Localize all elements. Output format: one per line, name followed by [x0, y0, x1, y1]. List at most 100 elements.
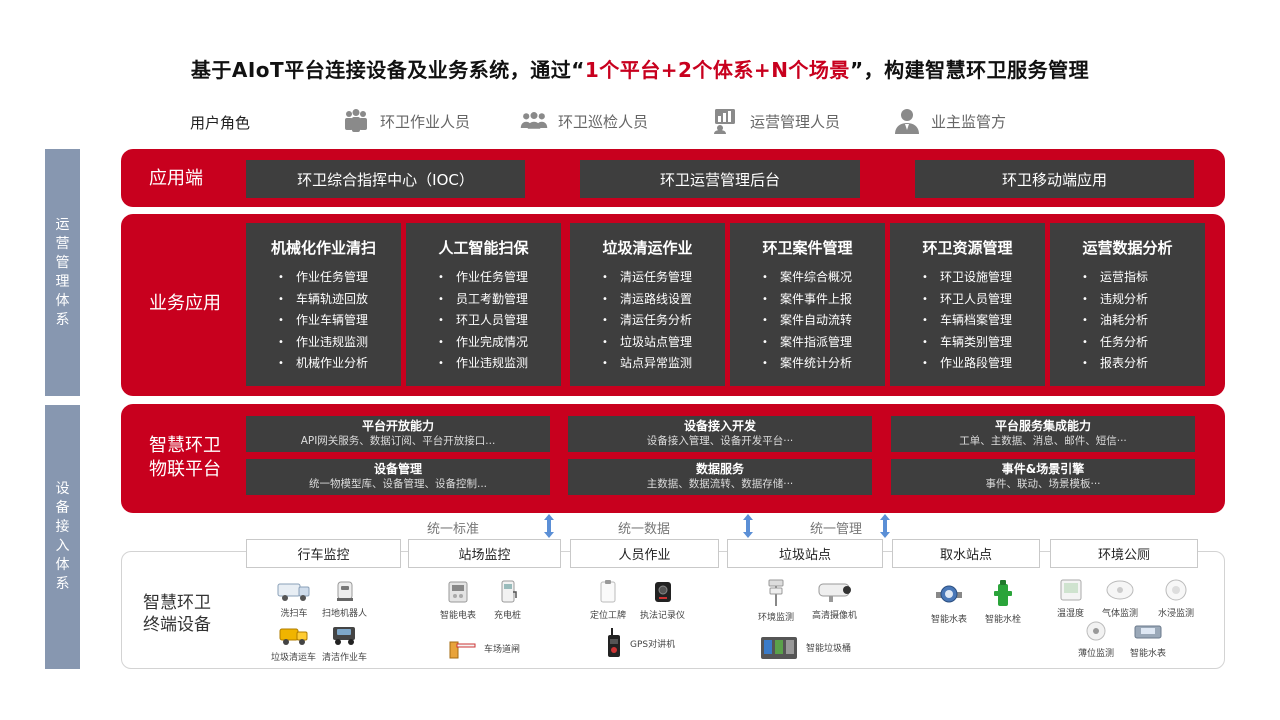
role-label: 环卫作业人员 — [380, 112, 471, 131]
bidirectional-arrow-icon — [543, 514, 555, 538]
bidirectional-arrow-icon — [879, 514, 891, 538]
biz-list-item: 作业车辆管理 — [278, 310, 401, 332]
biz-list-item: 机械作业分析 — [278, 353, 401, 375]
biz-list-item: 案件指派管理 — [762, 332, 885, 354]
category-public-toilet: 环境公厕 — [1050, 539, 1198, 568]
device-flood: 水浸监测 — [1158, 578, 1194, 619]
biz-list-item: 清运任务管理 — [602, 267, 725, 289]
unify-management: 统一管理 — [810, 522, 863, 537]
thermo-hygrometer-icon — [1060, 579, 1081, 601]
biz-column: 环卫案件管理案件综合概况案件事件上报案件自动流转案件指派管理案件统计分析 — [730, 223, 885, 386]
device-barrier: 车场道闸 — [448, 636, 520, 660]
inspectors-icon — [520, 112, 548, 129]
biz-list-item: 员工考勤管理 — [438, 289, 561, 311]
biz-list-item: 作业违规监测 — [278, 332, 401, 354]
unify-standard: 统一标准 — [427, 522, 480, 537]
title-highlight: 1个平台+2个体系+N个场景 — [584, 58, 850, 82]
category-personnel: 人员作业 — [570, 539, 719, 568]
biz-list-item: 作业完成情况 — [438, 332, 561, 354]
charging-pile-icon — [501, 580, 517, 603]
iot-box-desc: 设备接入管理、设备开发平台··· — [646, 435, 794, 447]
biz-column-title: 垃圾清运作业 — [602, 239, 693, 257]
biz-list-item: 运营指标 — [1082, 267, 1205, 289]
app-ioc-box: 环卫综合指挥中心（IOC） — [246, 160, 525, 198]
biz-list-item: 案件自动流转 — [762, 310, 885, 332]
biz-list-item: 清运任务分析 — [602, 310, 725, 332]
device-charger: 充电桩 — [494, 580, 521, 621]
title-suffix: ”，构建智慧环卫服务管理 — [849, 58, 1090, 82]
role-label: 业主监管方 — [931, 112, 1007, 131]
environment-monitor-icon — [768, 579, 784, 606]
biz-column: 环卫资源管理环卫设施管理环卫人员管理车辆档案管理车辆类别管理作业路段管理 — [890, 223, 1045, 386]
iot-box-desc: 事件、联动、场景模板··· — [985, 478, 1101, 490]
walkie-talkie-icon — [608, 628, 620, 657]
sweeping-robot-icon — [336, 581, 353, 601]
biz-list-item: 环卫设施管理 — [922, 267, 1045, 289]
device-gas: 气体监测 — [1102, 578, 1138, 619]
biz-list-item: 车辆类别管理 — [922, 332, 1045, 354]
iot-capability-box: 平台开放能力 API网关服务、数据订阅、平台开放接口... — [246, 416, 550, 452]
device-level: 薄位监测 — [1078, 620, 1114, 659]
title-prefix: 基于AIoT平台连接设备及业务系统，通过“ — [190, 58, 585, 82]
biz-layer-label: 业务应用 — [149, 293, 221, 314]
dashboard-icon — [714, 109, 735, 134]
biz-column-title: 环卫资源管理 — [922, 239, 1013, 257]
iot-capability-box: 平台服务集成能力工单、主数据、消息、邮件、短信··· — [891, 416, 1195, 452]
unify-data: 统一数据 — [618, 522, 671, 537]
biz-list-item: 车辆档案管理 — [922, 310, 1045, 332]
biz-list-item: 任务分析 — [1082, 332, 1205, 354]
water-meter-icon — [1134, 625, 1162, 639]
iot-box-desc: 工单、主数据、消息、邮件、短信··· — [959, 435, 1127, 447]
device-recorder: 执法记录仪 — [640, 580, 685, 621]
app-ops-backend-box: 环卫运营管理后台 — [580, 160, 860, 198]
iot-capability-box: 设备接入开发 设备接入管理、设备开发平台··· — [568, 416, 872, 452]
biz-column-title: 环卫案件管理 — [762, 239, 853, 257]
garbage-truck-icon — [279, 628, 307, 645]
biz-list-item: 案件综合概况 — [762, 267, 885, 289]
biz-column-title: 机械化作业清扫 — [270, 239, 376, 257]
device-smart-bin: 智能垃圾桶 — [760, 634, 851, 660]
app-mobile-box: 环卫移动端应用 — [915, 160, 1194, 198]
hydrant-icon — [994, 580, 1012, 606]
water-meter-icon — [936, 585, 962, 603]
device-cleaning-truck: 清洁作业车 — [322, 624, 367, 663]
device-garbage-truck: 垃圾清运车 — [271, 624, 316, 663]
iot-capability-box: 事件&场景引擎 事件、联动、场景模板··· — [891, 459, 1195, 495]
device-smart-meter: 智能电表 — [440, 580, 476, 621]
role-sanitation-worker: 环卫作业人员 — [342, 108, 470, 134]
user-roles-row: 用户角色 环卫作业人员 环卫巡检人员 运营管理人员 业主监管方 — [0, 108, 1280, 134]
iot-box-desc: 主数据、数据流转、数据存储··· — [646, 478, 794, 490]
biz-list-item: 清运路线设置 — [602, 289, 725, 311]
iot-box-desc: API网关服务、数据订阅、平台开放接口... — [300, 435, 496, 447]
page-title: 基于AIoT平台连接设备及业务系统，通过“1个平台+2个体系+N个场景”，构建智… — [0, 54, 1280, 83]
biz-list-item: 环卫人员管理 — [438, 310, 561, 332]
biz-list-item: 作业路段管理 — [922, 353, 1045, 375]
biz-column: 人工智能扫保作业任务管理员工考勤管理环卫人员管理作业完成情况作业违规监测 — [406, 223, 561, 386]
barrier-gate-icon — [449, 641, 476, 659]
biz-column-title: 人工智能扫保 — [438, 239, 529, 257]
terminal-label: 智慧环卫 终端设备 — [143, 593, 211, 635]
biz-list-item: 违规分析 — [1082, 289, 1205, 311]
device-badge: 定位工牌 — [590, 580, 626, 621]
iot-layer-label: 智慧环卫 物联平台 — [149, 435, 221, 480]
device-humidity: 温湿度 — [1057, 578, 1084, 619]
biz-list-item: 垃圾站点管理 — [602, 332, 725, 354]
bidirectional-arrow-icon — [742, 514, 754, 538]
biz-list-item: 作业违规监测 — [438, 353, 561, 375]
category-vehicle-monitor: 行车监控 — [246, 539, 401, 568]
biz-column: 运营数据分析运营指标违规分析油耗分析任务分析报表分析 — [1050, 223, 1205, 386]
device-hd-camera: 高清摄像机 — [812, 580, 857, 621]
biz-list-item: 站点异常监测 — [602, 353, 725, 375]
cctv-camera-icon — [818, 583, 851, 602]
role-label: 运营管理人员 — [750, 112, 841, 131]
workers-group-icon — [345, 109, 367, 132]
device-robot: 扫地机器人 — [322, 580, 367, 619]
device-water-meter-2: 智能水表 — [1130, 620, 1166, 659]
smart-bin-icon — [761, 637, 797, 659]
biz-list-item: 作业任务管理 — [278, 267, 401, 289]
biz-list-item: 案件统计分析 — [762, 353, 885, 375]
biz-list-item: 车辆轨迹回放 — [278, 289, 401, 311]
device-system-sidebar: 设备接入体系 — [45, 405, 80, 669]
iot-box-title: 平台服务集成能力 — [994, 419, 1091, 433]
category-water-station: 取水站点 — [892, 539, 1040, 568]
